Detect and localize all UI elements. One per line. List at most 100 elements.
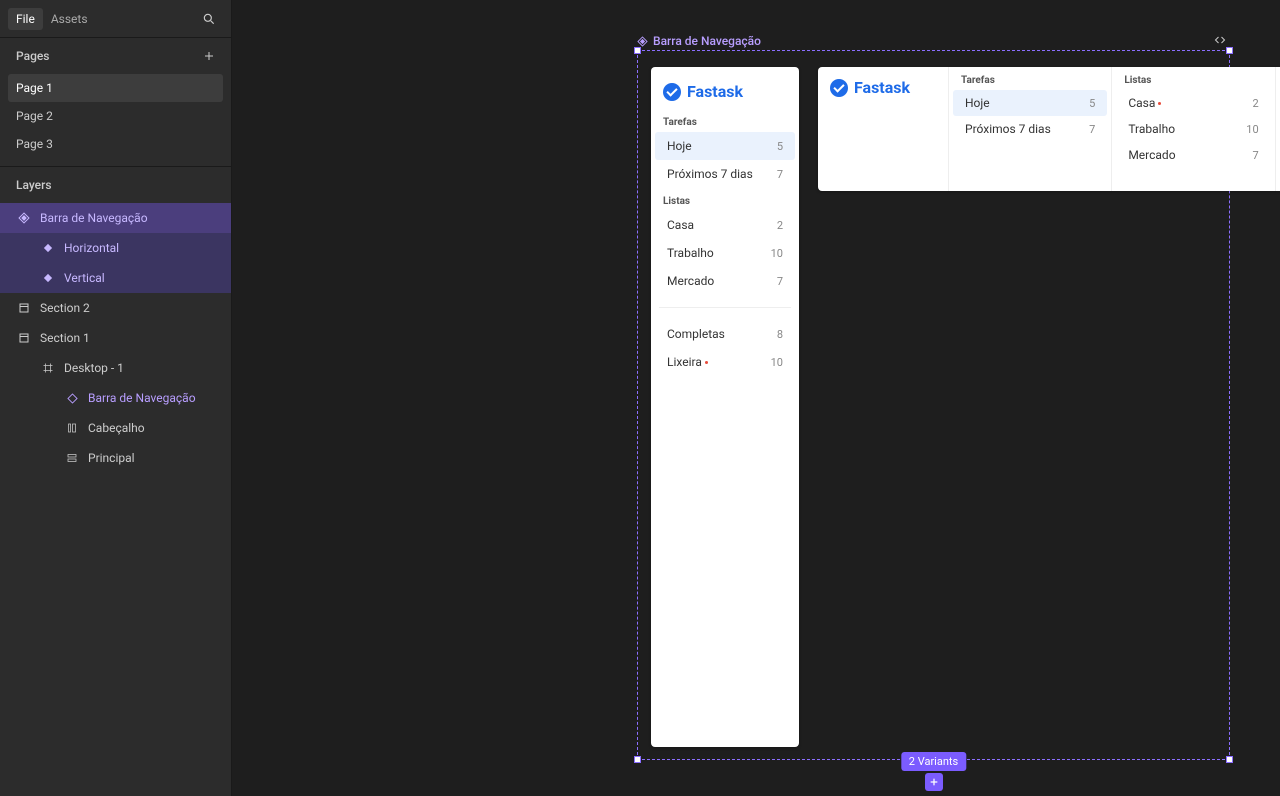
nav-item-prox7[interactable]: Próximos 7 dias 7 <box>655 160 795 188</box>
pages-list: Page 1 Page 2 Page 3 <box>0 74 231 167</box>
nav-item-completas[interactable]: Completas 8 <box>655 320 795 348</box>
resize-handle-br[interactable] <box>1226 756 1233 763</box>
divider <box>659 307 791 308</box>
resize-handle-bl[interactable] <box>634 756 641 763</box>
nav-item-count: 10 <box>1246 123 1258 136</box>
layer-label: Desktop - 1 <box>64 361 124 375</box>
group-title-listas: Listas <box>651 188 799 211</box>
nav-item-count: 7 <box>1252 149 1258 162</box>
pages-label: Pages <box>16 49 49 63</box>
col-tarefas: Tarefas Hoje 5 Próximos 7 dias 7 <box>948 67 1111 191</box>
nav-item-casa[interactable]: Casa 2 <box>1116 90 1270 116</box>
nav-item-label: Trabalho <box>667 246 714 260</box>
variant-horizontal-frame[interactable]: Fastask Tarefas Hoje 5 Próximos 7 dias 7… <box>818 67 1280 191</box>
nav-item-count: 7 <box>777 168 783 181</box>
selection-frame[interactable]: Fastask Tarefas Hoje 5 Próximos 7 dias 7… <box>637 50 1230 760</box>
layer-label: Vertical <box>64 271 105 285</box>
section-icon <box>16 300 32 316</box>
page-row[interactable]: Page 2 <box>8 102 223 130</box>
add-page-icon[interactable] <box>199 46 219 66</box>
group-icon <box>64 420 80 436</box>
layer-main[interactable]: Principal <box>0 443 231 473</box>
group-title-listas: Listas <box>1112 73 1274 90</box>
brand: Fastask <box>818 73 948 105</box>
variants-count-pill[interactable]: 2 Variants <box>901 752 966 771</box>
nav-item-casa[interactable]: Casa 2 <box>655 211 795 239</box>
frame-icon <box>40 360 56 376</box>
nav-item-trabalho[interactable]: Trabalho 10 <box>1116 116 1270 142</box>
tab-assets[interactable]: Assets <box>43 8 96 30</box>
layer-label: Cabeçalho <box>88 421 145 435</box>
nav-item-label: Trabalho <box>1128 122 1175 136</box>
nav-item-hoje[interactable]: Hoje 5 <box>953 90 1107 116</box>
brand-check-icon <box>830 79 848 97</box>
page-row[interactable]: Page 3 <box>8 130 223 158</box>
resize-handle-tl[interactable] <box>634 47 641 54</box>
nav-item-count: 2 <box>1252 97 1258 110</box>
layer-header[interactable]: Cabeçalho <box>0 413 231 443</box>
variant-icon <box>40 270 56 286</box>
layer-label: Section 1 <box>40 331 90 345</box>
nav-item-label: Completas <box>667 327 725 341</box>
group-title-tarefas: Tarefas <box>949 73 1111 90</box>
brand-name: Fastask <box>687 82 743 101</box>
layer-component-set[interactable]: Barra de Navegação <box>0 203 231 233</box>
selection-title[interactable]: Barra de Navegação <box>637 34 761 48</box>
nav-item-label: Casa <box>1128 96 1161 110</box>
nav-item-label: Hoje <box>965 96 990 110</box>
add-variant-button[interactable] <box>925 773 943 791</box>
nav-item-count: 5 <box>777 140 783 153</box>
brand: Fastask <box>651 77 799 109</box>
nav-item-label: Próximos 7 dias <box>667 167 753 181</box>
page-row[interactable]: Page 1 <box>8 74 223 102</box>
layer-frame-desktop[interactable]: Desktop - 1 <box>0 353 231 383</box>
col-listas: Listas Casa 2 Trabalho 10 Mercado 7 <box>1111 67 1274 191</box>
selection-title-text: Barra de Navegação <box>653 34 761 48</box>
nav-item-hoje[interactable]: Hoje 5 <box>655 132 795 160</box>
nav-item-label: Casa <box>667 218 694 232</box>
layer-instance-nav[interactable]: Barra de Navegação <box>0 383 231 413</box>
panel-tabs: File Assets <box>0 0 231 38</box>
nav-item-mercado[interactable]: Mercado 7 <box>655 267 795 295</box>
layers-label: Layers <box>16 178 52 192</box>
badge-dot-icon <box>705 361 708 364</box>
col-extras: Completas 8 Lixeira 10 <box>1275 67 1280 191</box>
nav-item-mercado[interactable]: Mercado 7 <box>1116 142 1270 168</box>
dev-mode-icon[interactable] <box>1212 34 1228 46</box>
component-set-icon <box>637 36 648 47</box>
pages-header: Pages <box>0 38 231 74</box>
canvas[interactable]: Barra de Navegação Fastask Tarefas Hoje … <box>232 0 1280 796</box>
layers-panel: Layers Barra de Navegação Horizontal Ver… <box>0 167 231 796</box>
resize-handle-tr[interactable] <box>1226 47 1233 54</box>
nav-item-count: 8 <box>777 328 783 341</box>
left-panel: File Assets Pages Page 1 Page 2 Page 3 L… <box>0 0 232 796</box>
tab-file[interactable]: File <box>8 8 43 30</box>
brand-check-icon <box>663 83 681 101</box>
nav-item-trabalho[interactable]: Trabalho 10 <box>655 239 795 267</box>
nav-item-label: Hoje <box>667 139 692 153</box>
nav-item-count: 7 <box>1089 123 1095 136</box>
variant-vertical-frame[interactable]: Fastask Tarefas Hoje 5 Próximos 7 dias 7… <box>651 67 799 747</box>
nav-item-label: Lixeira <box>667 355 708 369</box>
nav-item-count: 2 <box>777 219 783 232</box>
badge-dot-icon <box>1158 102 1161 105</box>
nav-item-prox7[interactable]: Próximos 7 dias 7 <box>953 116 1107 142</box>
instance-icon <box>64 390 80 406</box>
nav-item-label: Próximos 7 dias <box>965 122 1051 136</box>
layer-variant-vertical[interactable]: Vertical <box>0 263 231 293</box>
nav-item-label: Mercado <box>667 274 714 288</box>
layer-variant-horizontal[interactable]: Horizontal <box>0 233 231 263</box>
nav-item-lixeira[interactable]: Lixeira 10 <box>655 348 795 376</box>
group-title-tarefas: Tarefas <box>651 109 799 132</box>
variant-icon <box>40 240 56 256</box>
layers-header: Layers <box>0 167 231 203</box>
component-set-icon <box>16 210 32 226</box>
nav-item-count: 10 <box>771 247 783 260</box>
layer-label: Horizontal <box>64 241 119 255</box>
brand-col: Fastask <box>818 67 948 191</box>
layer-label: Barra de Navegação <box>88 391 196 405</box>
nav-item-count: 5 <box>1089 97 1095 110</box>
layer-section-2[interactable]: Section 2 <box>0 293 231 323</box>
search-icon[interactable] <box>195 5 223 33</box>
layer-section-1[interactable]: Section 1 <box>0 323 231 353</box>
